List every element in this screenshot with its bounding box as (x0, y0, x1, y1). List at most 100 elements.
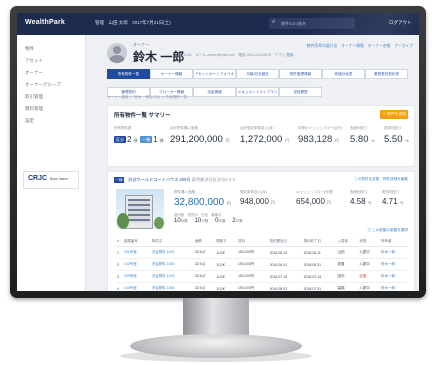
owner-link[interactable]: 鈴木一郎 (380, 246, 408, 259)
unit-counts-values: 10戸数 10戸数 0戸数 2戸数 (174, 218, 248, 224)
owner-link[interactable]: 鈴木一郎 (380, 270, 408, 283)
tab-document-library[interactable]: ドキュメントライブラリ (236, 87, 279, 97)
property-name[interactable]: 渋谷ワールドコートハウス 205号 (128, 177, 191, 182)
kind-count: 2 (127, 134, 132, 144)
table-row[interactable]: 3 103号室 渋谷物件 1003 32.5㎡ 1LDK 150,000円 2016.07.… (116, 270, 408, 283)
sidebar-item-owner-groups[interactable]: オーナーグループ (17, 79, 85, 91)
stat-unit: 円 (226, 202, 231, 206)
summary-title: 所有物件一覧 サマリー (114, 113, 171, 119)
search-input[interactable]: ⌕ 物件ID/口座名 (269, 18, 355, 29)
invite-link[interactable]: 招待 (286, 53, 293, 57)
property-net-yield-stat: 実質利回り 4.71 % (382, 190, 403, 206)
breadcrumb[interactable]: オーナー検索 ＞ 鈴木 一郎(1234) ＞ 所有物件一覧 (107, 95, 187, 100)
property-count-stat: 所有物件数 区分 2 棟 一棟 1 棟 (114, 126, 164, 145)
owner-link[interactable]: 鈴木一郎 (380, 258, 408, 271)
room-link[interactable]: 103号室 (122, 270, 151, 283)
tab-property-management[interactable]: 物件管理情報 (279, 69, 322, 79)
owner-meta: ID 1234 メール owner@mail.com 電話 090-1234-5… (179, 53, 294, 58)
unit-count: 10 (174, 218, 181, 224)
cell: 2018.07.14 (302, 270, 337, 283)
status-cell: 空室 (358, 270, 381, 283)
cell: 150,000円 (236, 246, 269, 259)
tab-owned-properties[interactable]: 所有物件一覧 (107, 69, 150, 79)
unit-label: 戸数 (201, 219, 209, 223)
cell: 田中 (336, 270, 359, 283)
property-link[interactable]: 渋谷物件 1004 (150, 282, 194, 291)
sidebar-item-properties[interactable]: 物件 (17, 43, 85, 55)
cell: 1LDK (215, 246, 237, 259)
stat-unit: % (405, 138, 409, 143)
room-link[interactable]: 101号室 (122, 246, 151, 259)
tab-monthly-report[interactable]: 月報/収支報告 (236, 69, 279, 79)
search-icon: ⌕ (272, 19, 276, 25)
tab-asset-portfolio[interactable]: アセットポートフォリオ (193, 69, 236, 79)
cell: 150,000円 (236, 282, 269, 291)
stat-unit: 円 (334, 138, 339, 143)
monitor-stand-base (130, 334, 302, 358)
avatar (107, 43, 127, 63)
stat-number: 983,128 (298, 134, 333, 145)
col-header: 賃料 (236, 236, 269, 247)
kind-tag: 一棟 (140, 135, 153, 143)
stat-label: 実質利回り (384, 126, 402, 130)
room-link[interactable]: 104号室 (122, 282, 151, 291)
stat-label: 想定家賃収入(月) (240, 190, 267, 194)
summary-card: 所有物件一覧 サマリー ＋ 物件を追加 所有物件数 区分 2 棟 一棟 1 棟 合計物件… (107, 105, 415, 167)
stat-value: 5.80 % (350, 134, 375, 145)
table-row[interactable]: 1 101号室 渋谷物件 1001 32.5㎡ 1LDK 150,000円 2016.05.… (116, 246, 408, 259)
property-actions[interactable]: この物件を変更 物件詳細を編集 (354, 177, 408, 182)
property-link[interactable]: 渋谷物件 1003 (150, 270, 194, 283)
user-info: 管理 山田 太郎 2017年7月21日(土) (95, 20, 171, 25)
stat-label: 合計想定家賃収入(月) (240, 126, 274, 130)
building-windows (128, 199, 150, 223)
logout-link[interactable]: ログアウト (389, 20, 412, 26)
tab-service-contract[interactable]: 業務委託契約書 (365, 69, 408, 79)
sidebar-item-assets[interactable]: アセット (17, 55, 85, 67)
cell: 2016.06.01 (268, 258, 303, 271)
add-property-button[interactable]: ＋ 物件を追加 (380, 110, 408, 119)
sidebar-item-documents[interactable]: 資料管理 (17, 103, 85, 115)
cell: 入居中 (358, 282, 381, 291)
property-link[interactable]: 渋谷物件 1002 (150, 258, 194, 271)
property-title[interactable]: 渋谷ワールドコートハウス 205号 東京都渋谷区渋谷1-2-3 (128, 177, 235, 183)
select-rooms-link[interactable]: ◎ この部屋の部屋を選択 (367, 228, 408, 233)
tree-shape (154, 217, 164, 229)
kind-tag: 区分 (114, 135, 126, 143)
bank-logo: CRJC Bank Name (23, 171, 79, 189)
unit-counts: 総戸数 賃貸中 空室 募集中 10戸数 10戸数 0戸数 2戸数 (174, 212, 248, 224)
kind-unit: 棟 (133, 138, 138, 143)
unit-label: 戸数 (180, 219, 188, 223)
property-type-badge: 一棟 (114, 177, 124, 183)
app-logo[interactable]: WealthPark (25, 19, 65, 26)
sidebar-item-owners[interactable]: オーナー (17, 67, 85, 79)
tab-send-history[interactable]: 送信履歴 (279, 87, 322, 97)
building-photo[interactable] (116, 189, 164, 229)
col-header: 所有者 (380, 236, 408, 247)
stat-label: 物件購入価格 (174, 190, 195, 194)
tab-repair-plan[interactable]: 修繕計画書 (322, 69, 365, 79)
main-content: オーナー 鈴木 一郎 ID 1234 メール owner@mail.com 電話… (86, 35, 419, 291)
room-link[interactable]: 102号室 (122, 258, 151, 271)
stat-label: 実質利回り (382, 190, 400, 194)
table-row[interactable]: 2 102号室 渋谷物件 1002 32.5㎡ 1LDK 150,000円 2016.06.… (116, 258, 408, 271)
tab-owner-info[interactable]: オーナー情報 (150, 69, 193, 79)
table-row[interactable]: 4 104号室 渋谷物件 1004 32.5㎡ 1LDK 150,000円 2016.08.… (116, 282, 408, 291)
owner-link[interactable]: 鈴木一郎 (380, 282, 408, 291)
stat-unit: 円 (225, 138, 230, 143)
property-rent-stat: 想定家賃収入(月) 948,000 円 (240, 190, 275, 206)
property-link[interactable]: 渋谷物件 1001 (150, 246, 194, 259)
cell: 150,000円 (236, 258, 269, 271)
kind-count: 1 (153, 134, 158, 144)
stat-number: 1,272,000 (240, 134, 283, 145)
cell: 2016.05.12 (268, 246, 303, 259)
property-count-label: 所有物件数 (114, 126, 132, 130)
sidebar-item-settings[interactable]: 設定 (17, 115, 85, 127)
owner-actions[interactable]: 物件売却の届け出 オーナー情報 オーナー台帳 アーカイブ (307, 44, 413, 49)
sidebar-item-transactions[interactable]: 取引管理 (17, 91, 85, 103)
cell: 1LDK (215, 282, 237, 291)
stat-label: 表面利回り (350, 126, 368, 130)
tab-remittance[interactable]: 送金情報 (193, 87, 236, 97)
rooms-table: # 部屋番号 物件名 面積 間取り 賃料 契約開始日 契約終了日 入居者 状態 所有者 1 101号室… (116, 236, 408, 291)
purchase-price-stat: 合計物件購入価格 291,200,000 円 (170, 126, 229, 145)
property-cashflow-stat: キャッシュフロー(年間) 654,000 円 (296, 190, 333, 206)
